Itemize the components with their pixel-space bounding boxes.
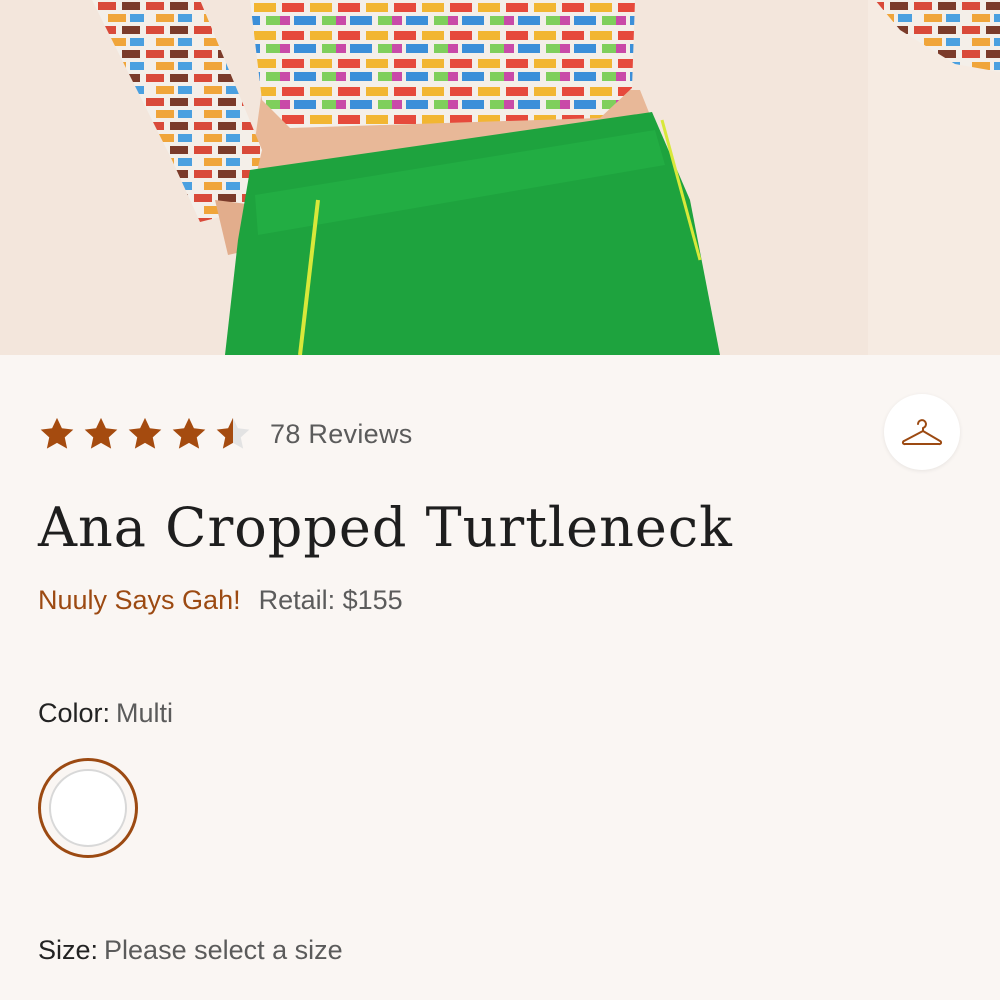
product-photo bbox=[0, 0, 1000, 355]
size-label: Size: bbox=[38, 935, 99, 965]
half-star-icon bbox=[216, 417, 250, 449]
price-row: Nuuly Says Gah! Retail: $155 bbox=[38, 585, 403, 616]
star-icon bbox=[84, 417, 118, 449]
save-to-closet-button[interactable] bbox=[884, 394, 960, 470]
star-icon bbox=[128, 417, 162, 449]
promo-badge: Nuuly Says Gah! bbox=[38, 585, 241, 615]
retail-price: Retail: $155 bbox=[258, 585, 403, 615]
star-icon bbox=[40, 417, 74, 449]
reviews-link[interactable]: 78 Reviews bbox=[270, 419, 413, 450]
color-value: Multi bbox=[116, 698, 174, 728]
product-title: Ana Cropped Turtleneck bbox=[38, 496, 733, 559]
color-label: Color: bbox=[38, 698, 111, 728]
star-icon bbox=[172, 417, 206, 449]
hanger-icon bbox=[901, 419, 943, 446]
rating-row[interactable]: 78 Reviews bbox=[38, 414, 413, 454]
size-prompt: Please select a size bbox=[104, 935, 343, 965]
color-label-row: Color: Multi bbox=[38, 698, 173, 729]
color-swatch-multi[interactable] bbox=[38, 758, 138, 858]
swatch-fill bbox=[49, 769, 127, 847]
product-image[interactable] bbox=[0, 0, 1000, 355]
size-label-row: Size: Please select a size bbox=[38, 935, 343, 966]
star-rating bbox=[38, 415, 252, 453]
